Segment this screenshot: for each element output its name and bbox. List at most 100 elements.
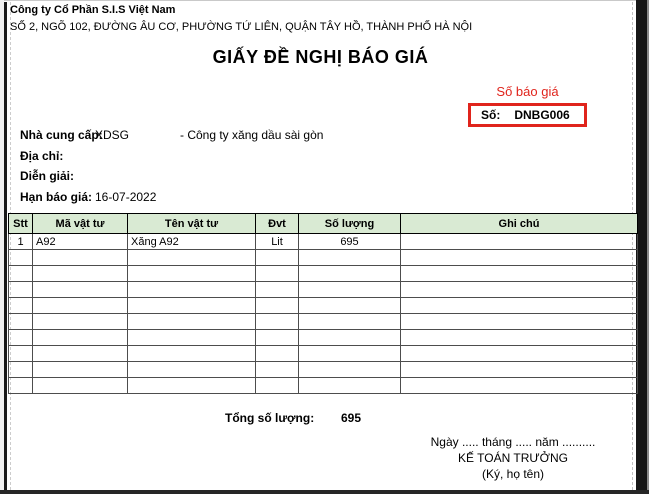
table-cell [33, 282, 128, 298]
table-cell [9, 314, 33, 330]
table-cell [299, 250, 401, 266]
table-cell [256, 282, 299, 298]
page-title: GIẤY ĐỀ NGHỊ BÁO GIÁ [8, 47, 633, 68]
table-cell [401, 378, 638, 394]
table-cell [401, 266, 638, 282]
table-cell [256, 330, 299, 346]
column-header: Ghi chú [401, 214, 638, 234]
empty-table-row [9, 314, 638, 330]
items-table: SttMã vật tưTên vật tưĐvtSố lượngGhi chú… [8, 213, 638, 394]
quote-number-label: Số: [481, 108, 500, 122]
table-cell [128, 266, 256, 282]
table-cell [128, 362, 256, 378]
table-row: 1A92Xăng A92Lit695 [9, 234, 638, 250]
signature-date-line: Ngày ..... tháng ..... năm .......... [418, 434, 608, 450]
table-cell [33, 298, 128, 314]
empty-table-row [9, 250, 638, 266]
table-cell [128, 330, 256, 346]
header-row: SttMã vật tưTên vật tưĐvtSố lượngGhi chú [9, 214, 638, 234]
signature-block: Ngày ..... tháng ..... năm .......... KẾ… [418, 434, 608, 482]
table-cell [33, 250, 128, 266]
table-cell [299, 378, 401, 394]
column-header: Đvt [256, 214, 299, 234]
table-cell [299, 266, 401, 282]
table-cell [256, 250, 299, 266]
table-cell [256, 298, 299, 314]
signature-note: (Ký, họ tên) [418, 466, 608, 482]
table-cell: 1 [9, 234, 33, 250]
empty-table-row [9, 298, 638, 314]
table-cell [33, 266, 128, 282]
table-cell [33, 346, 128, 362]
total-quantity-value: 695 [341, 411, 361, 425]
table-cell [401, 250, 638, 266]
table-cell [9, 250, 33, 266]
table-cell [401, 298, 638, 314]
table-cell: 695 [299, 234, 401, 250]
empty-table-row [9, 346, 638, 362]
table-cell [9, 362, 33, 378]
table-cell [256, 266, 299, 282]
table-cell [128, 250, 256, 266]
table-cell: Xăng A92 [128, 234, 256, 250]
table-cell [299, 362, 401, 378]
table-cell [256, 362, 299, 378]
table-cell: Lit [256, 234, 299, 250]
signature-role: KẾ TOÁN TRƯỞNG [418, 450, 608, 466]
items-table-header: SttMã vật tưTên vật tưĐvtSố lượngGhi chú [9, 214, 638, 234]
deadline-label: Hạn báo giá: [20, 190, 92, 204]
column-header: Stt [9, 214, 33, 234]
company-address: SỐ 2, NGÕ 102, ĐƯỜNG ÂU CƠ, PHƯỜNG TỨ LI… [10, 21, 472, 33]
table-cell [128, 298, 256, 314]
address-label: Địa chỉ: [20, 149, 63, 163]
items-table-body: 1A92Xăng A92Lit695 [9, 234, 638, 394]
table-cell [33, 330, 128, 346]
table-cell [299, 330, 401, 346]
table-cell [401, 346, 638, 362]
table-cell: A92 [33, 234, 128, 250]
table-cell [128, 282, 256, 298]
table-cell [33, 362, 128, 378]
table-cell [9, 266, 33, 282]
empty-table-row [9, 266, 638, 282]
table-cell [401, 330, 638, 346]
table-cell [256, 314, 299, 330]
description-label: Diễn giải: [20, 169, 74, 183]
table-cell [128, 378, 256, 394]
table-cell [128, 346, 256, 362]
table-cell [401, 234, 638, 250]
table-cell [401, 362, 638, 378]
supplier-code: XDSG [95, 128, 129, 142]
table-cell [33, 378, 128, 394]
supplier-label: Nhà cung cấp: [20, 128, 103, 142]
table-cell [9, 346, 33, 362]
table-cell [299, 298, 401, 314]
window-bottom-border [0, 490, 649, 494]
table-cell [9, 330, 33, 346]
table-cell [9, 298, 33, 314]
empty-table-row [9, 362, 638, 378]
company-name: Công ty Cổ Phần S.I.S Việt Nam [10, 4, 175, 16]
total-quantity-label: Tổng số lượng: [225, 411, 314, 425]
table-cell [401, 282, 638, 298]
table-cell [299, 346, 401, 362]
empty-table-row [9, 378, 638, 394]
quote-number-field[interactable]: Số: DNBG006 [468, 103, 587, 127]
empty-table-row [9, 330, 638, 346]
table-cell [128, 314, 256, 330]
table-cell [299, 314, 401, 330]
column-header: Tên vật tư [128, 214, 256, 234]
column-header: Mã vật tư [33, 214, 128, 234]
deadline-value: 16-07-2022 [95, 190, 156, 204]
quote-number-value: DNBG006 [514, 108, 569, 122]
empty-table-row [9, 282, 638, 298]
table-cell [9, 378, 33, 394]
quote-request-page: Công ty Cổ Phần S.I.S Việt Nam SỐ 2, NGÕ… [0, 0, 649, 494]
table-cell [256, 346, 299, 362]
window-left-border [4, 2, 7, 494]
table-cell [256, 378, 299, 394]
supplier-name: - Công ty xăng dầu sài gòn [180, 128, 323, 142]
table-cell [9, 282, 33, 298]
column-header: Số lượng [299, 214, 401, 234]
window-top-border [0, 0, 649, 1]
